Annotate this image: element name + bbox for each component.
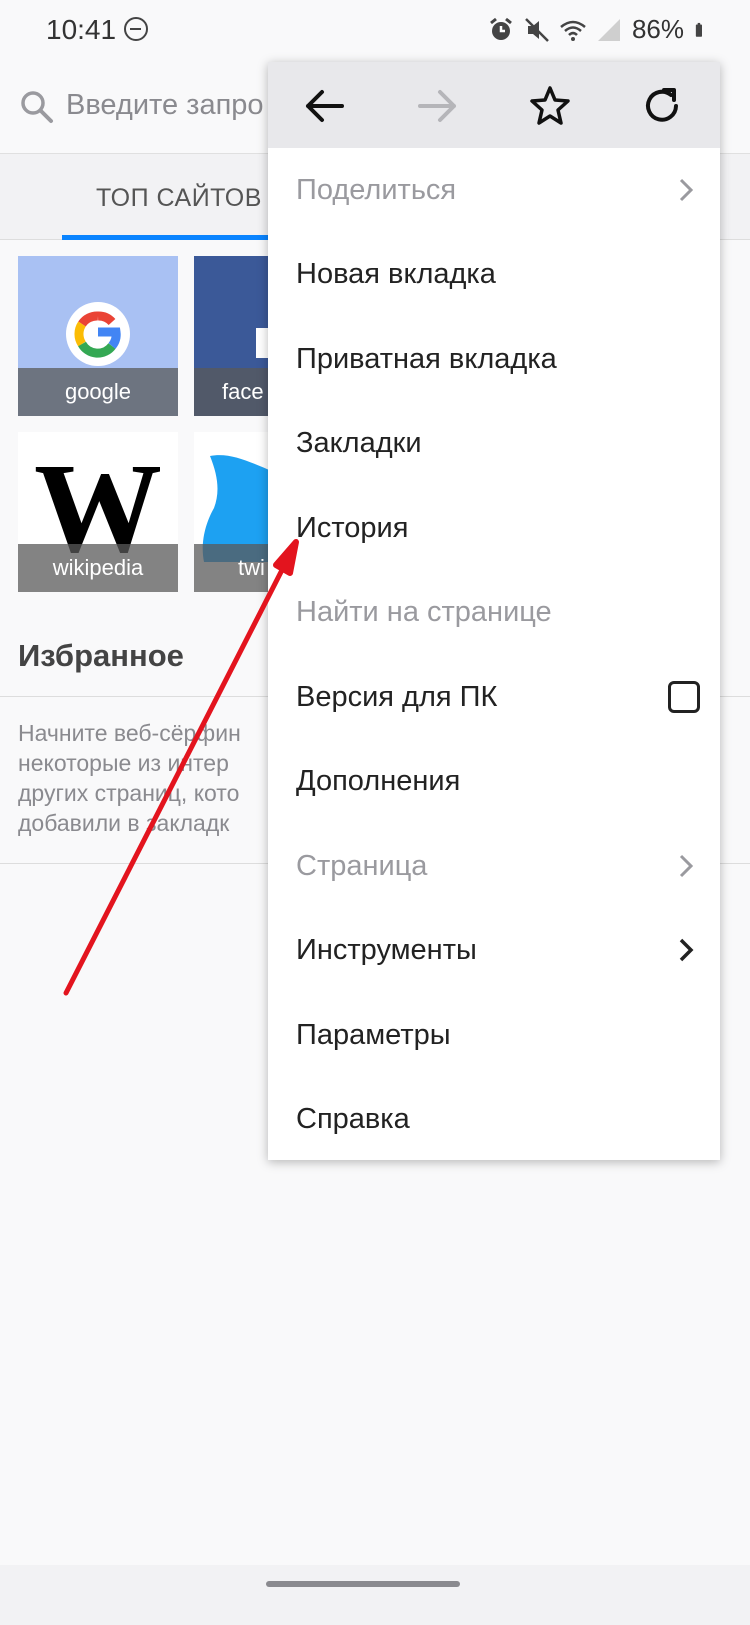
status-time: 10:41 xyxy=(46,14,117,45)
menu-item-label: Дополнения xyxy=(296,765,461,797)
url-placeholder[interactable]: Введите запро xyxy=(66,89,264,122)
status-bar: 10:41 86% xyxy=(0,0,750,62)
forward-button[interactable] xyxy=(410,78,466,134)
menu-item-tools[interactable]: Инструменты xyxy=(268,908,720,992)
menu-item-label: Страница xyxy=(296,850,428,882)
menu-item-label: История xyxy=(296,512,409,544)
favorites-desc-line: других страниц, кото xyxy=(18,780,240,806)
menu-item-label: Версия для ПК xyxy=(296,681,498,713)
home-indicator[interactable] xyxy=(266,1581,460,1587)
menu-item-settings[interactable]: Параметры xyxy=(268,993,720,1077)
back-arrow-icon xyxy=(306,90,344,122)
tile-caption: wikipedia xyxy=(18,544,178,592)
menu-item-label: Справка xyxy=(296,1103,410,1135)
favorites-description: Начните веб-сёрфин некоторые из интер др… xyxy=(18,718,278,838)
status-icons: 86% xyxy=(488,14,710,45)
favorites-desc-line: некоторые из интер xyxy=(18,750,229,776)
tile-wikipedia[interactable]: W wikipedia xyxy=(18,432,178,592)
menu-item-find-in-page[interactable]: Найти на странице xyxy=(268,570,720,654)
battery-percent: 86% xyxy=(631,14,684,44)
menu-item-bookmarks[interactable]: Закладки xyxy=(268,401,720,485)
favorites-desc-line: Начните веб-сёрфин xyxy=(18,720,241,746)
forward-arrow-icon xyxy=(418,90,456,122)
menu-item-private-tab[interactable]: Приватная вкладка xyxy=(268,317,720,401)
wifi-icon xyxy=(560,20,586,41)
tab-indicator xyxy=(62,235,284,240)
favorites-title: Избранное xyxy=(18,638,184,673)
menu-item-help[interactable]: Справка xyxy=(268,1077,720,1161)
menu-item-label: Закладки xyxy=(296,427,422,459)
tile-google[interactable]: google xyxy=(18,256,178,416)
bookmark-button[interactable] xyxy=(522,78,578,134)
menu-item-label: Поделиться xyxy=(296,174,457,206)
tab-top-sites[interactable]: ТОП САЙТОВ xyxy=(62,154,284,240)
search-icon xyxy=(21,91,53,123)
reload-button[interactable] xyxy=(634,78,690,134)
reload-icon xyxy=(646,88,678,122)
menu-item-history[interactable]: История xyxy=(268,486,720,570)
menu-item-label: Найти на странице xyxy=(296,596,552,628)
favorites-desc-line: добавили в закладк xyxy=(18,810,230,836)
menu-item-share[interactable]: Поделиться xyxy=(268,148,720,232)
menu-item-label: Новая вкладка xyxy=(296,258,496,290)
browser-menu: Поделиться Новая вкладка Приватная вклад… xyxy=(268,62,720,1160)
menu-item-new-tab[interactable]: Новая вкладка xyxy=(268,232,720,316)
navigation-bar xyxy=(0,1565,750,1625)
tab-top-sites-label: ТОП САЙТОВ xyxy=(96,184,262,212)
google-logo-icon xyxy=(66,302,130,366)
menu-item-label: Приватная вкладка xyxy=(296,343,557,375)
desktop-site-checkbox[interactable] xyxy=(668,681,700,713)
chevron-right-icon xyxy=(679,938,694,962)
signal-icon xyxy=(597,18,620,41)
menu-item-label: Параметры xyxy=(296,1019,451,1051)
menu-item-page[interactable]: Страница xyxy=(268,824,720,908)
menu-item-label: Инструменты xyxy=(296,934,477,966)
menu-item-desktop-site[interactable]: Версия для ПК xyxy=(268,655,720,739)
mute-icon xyxy=(525,17,549,42)
chevron-right-icon xyxy=(679,854,694,878)
chevron-right-icon xyxy=(679,178,694,202)
alarm-icon xyxy=(490,17,512,40)
star-icon xyxy=(530,86,570,125)
tile-caption: google xyxy=(18,368,178,416)
menu-item-addons[interactable]: Дополнения xyxy=(268,739,720,823)
facebook-logo-icon xyxy=(256,328,268,358)
battery-icon xyxy=(695,22,702,37)
back-button[interactable] xyxy=(296,78,352,134)
dnd-icon xyxy=(124,17,148,41)
menu-nav-bar xyxy=(268,62,720,148)
